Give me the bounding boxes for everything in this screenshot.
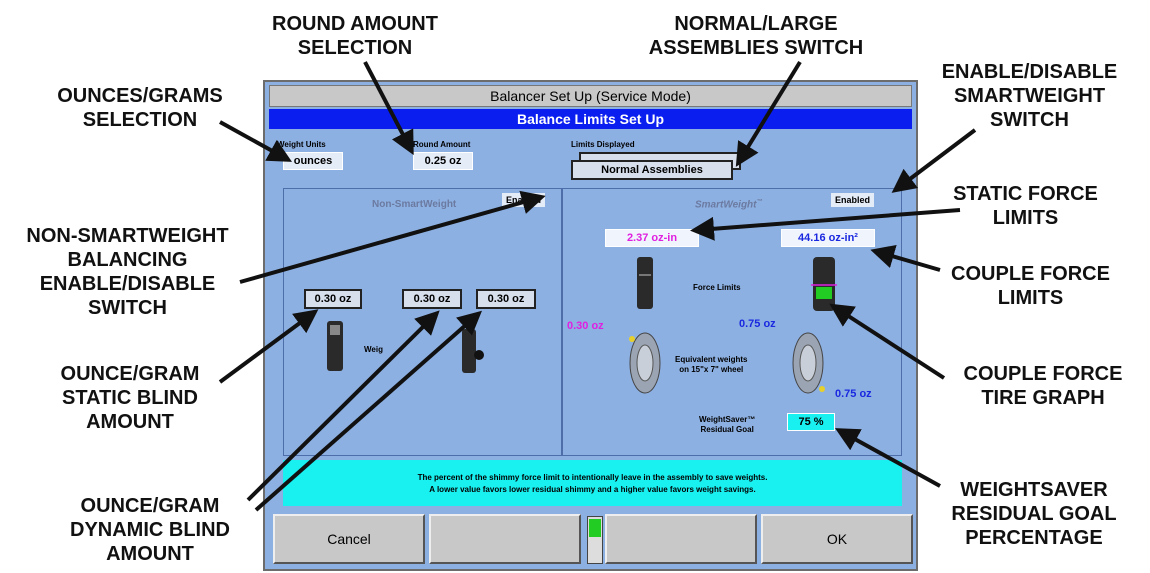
window-title: Balancer Set Up (Service Mode) — [269, 85, 912, 107]
static-tire-icon — [327, 321, 343, 371]
weightsaver-line: WeightSaver™ — [699, 415, 756, 424]
non-smartweight-panel: Non-SmartWeight Enabled 0.30 oz 0.30 oz … — [283, 188, 562, 456]
callout-line: WEIGHTSAVER — [960, 479, 1108, 501]
weightsaver-residual-goal[interactable]: 75 % — [787, 413, 835, 431]
callout-static-blind: OUNCE/GRAM STATIC BLIND AMOUNT — [30, 362, 230, 434]
dynamic-tire-icon — [462, 329, 484, 373]
callout-weightsaver: WEIGHTSAVER RESIDUAL GOAL PERCENTAGE — [924, 478, 1144, 550]
callout-line: RESIDUAL GOAL — [951, 503, 1117, 525]
status-indicator — [587, 516, 603, 564]
callout-ounces-grams: OUNCES/GRAMS SELECTION — [30, 84, 250, 132]
smartweight-panel: SmartWeight™ Enabled 2.37 oz-in 44.16 oz… — [562, 188, 902, 456]
static-force-limit[interactable]: 2.37 oz-in — [605, 229, 699, 247]
weightsaver-label: WeightSaver™ Residual Goal — [699, 415, 755, 435]
round-amount-label: Round Amount — [413, 140, 471, 149]
callout-line: SELECTION — [297, 37, 413, 59]
callout-line: SWITCH — [990, 109, 1069, 131]
callout-line: ROUND AMOUNT — [272, 13, 438, 35]
callout-line: COUPLE FORCE — [963, 363, 1123, 385]
round-amount-select[interactable]: 0.25 oz — [413, 152, 473, 170]
callout-line: COUPLE FORCE — [951, 263, 1110, 285]
couple-weight-bottom: 0.75 oz — [835, 388, 872, 400]
limits-displayed-switch[interactable]: Normal Assemblies — [571, 160, 733, 180]
smartweight-enable-switch[interactable]: Enabled — [831, 193, 875, 207]
callout-static-force: STATIC FORCE LIMITS — [938, 182, 1113, 230]
callout-line: ENABLE/DISABLE — [941, 61, 1118, 83]
weights-label: Weig — [364, 345, 383, 354]
couple-force-tire-graph — [811, 257, 837, 311]
info-line: A lower value favors lower residual shim… — [429, 485, 756, 494]
callout-line: SMARTWEIGHT — [953, 85, 1106, 107]
callout-line: PERCENTAGE — [965, 527, 1103, 549]
cancel-button[interactable]: Cancel — [273, 514, 425, 564]
callout-dynamic-blind: OUNCE/GRAM DYNAMIC BLIND AMOUNT — [45, 494, 255, 566]
dynamic-blind-amount-2[interactable]: 0.30 oz — [476, 289, 536, 309]
callout-line: OUNCE/GRAM — [60, 363, 200, 385]
trademark-mark: ™ — [756, 199, 763, 205]
function-button-3[interactable] — [605, 514, 757, 564]
static-weight-amount: 0.30 oz — [567, 320, 604, 332]
info-line: The percent of the shimmy force limit to… — [417, 473, 768, 482]
callout-couple-force-limits: COUPLE FORCE LIMITS — [938, 262, 1123, 310]
status-indicator-fill — [589, 519, 601, 537]
callout-normal-large: NORMAL/LARGE ASSEMBLIES SWITCH — [636, 12, 876, 60]
balancer-setup-window: Balancer Set Up (Service Mode) Balance L… — [263, 80, 918, 571]
callout-line: ASSEMBLIES SWITCH — [648, 37, 864, 59]
callout-round-amount: ROUND AMOUNT SELECTION — [255, 12, 455, 60]
callout-line: AMOUNT — [86, 411, 174, 433]
callout-line: STATIC FORCE — [953, 183, 1098, 205]
callout-non-smartweight: NON-SMARTWEIGHT BALANCING ENABLE/DISABLE… — [0, 224, 255, 320]
limits-displayed-label: Limits Displayed — [571, 140, 635, 149]
callout-line: STATIC BLIND — [62, 387, 198, 409]
callout-line: NON-SMARTWEIGHT — [26, 225, 229, 247]
non-smartweight-title: Non-SmartWeight — [372, 199, 457, 210]
ok-button[interactable]: OK — [761, 514, 913, 564]
callout-line: SWITCH — [88, 297, 167, 319]
callout-line: AMOUNT — [106, 543, 194, 565]
callout-line: LIMITS — [997, 287, 1064, 309]
callout-line: LIMITS — [992, 207, 1059, 229]
dynamic-blind-amount-1[interactable]: 0.30 oz — [402, 289, 462, 309]
callout-couple-graph: COUPLE FORCE TIRE GRAPH — [938, 362, 1148, 410]
callout-line: SELECTION — [82, 109, 198, 131]
equivalent-weights-label: Equivalent weights on 15"x 7" wheel — [675, 355, 747, 375]
callout-line: OUNCE/GRAM — [80, 495, 220, 517]
couple-wheel-icon — [792, 332, 825, 394]
help-info-bar: The percent of the shimmy force limit to… — [283, 460, 902, 506]
force-limits-label: Force Limits — [693, 283, 741, 292]
weightsaver-line: Residual Goal — [700, 425, 754, 434]
static-wheel-icon — [629, 332, 661, 394]
function-button-2[interactable] — [429, 514, 581, 564]
weight-units-select[interactable]: ounces — [283, 152, 343, 170]
callout-enable-smartweight: ENABLE/DISABLE SMARTWEIGHT SWITCH — [922, 60, 1137, 132]
smartweight-title: SmartWeight™ — [695, 199, 763, 210]
static-force-tire-icon — [637, 257, 653, 309]
equivalent-line: Equivalent weights — [675, 355, 748, 364]
couple-weight-top: 0.75 oz — [739, 318, 776, 330]
equivalent-line: on 15"x 7" wheel — [679, 365, 744, 374]
callout-line: TIRE GRAPH — [981, 387, 1105, 409]
smartweight-title-text: SmartWeight — [695, 199, 757, 211]
callout-line: DYNAMIC BLIND — [70, 519, 230, 541]
callout-line: OUNCES/GRAMS — [57, 85, 223, 107]
section-title: Balance Limits Set Up — [269, 109, 912, 129]
couple-force-limit[interactable]: 44.16 oz-in² — [781, 229, 875, 247]
callout-line: NORMAL/LARGE — [674, 13, 838, 35]
non-smartweight-enable-switch[interactable]: Enabled — [502, 193, 546, 207]
callout-line: BALANCING — [67, 249, 188, 271]
static-blind-amount[interactable]: 0.30 oz — [304, 289, 362, 309]
callout-line: ENABLE/DISABLE — [39, 273, 216, 295]
weight-units-label: Weight Units — [277, 140, 326, 149]
